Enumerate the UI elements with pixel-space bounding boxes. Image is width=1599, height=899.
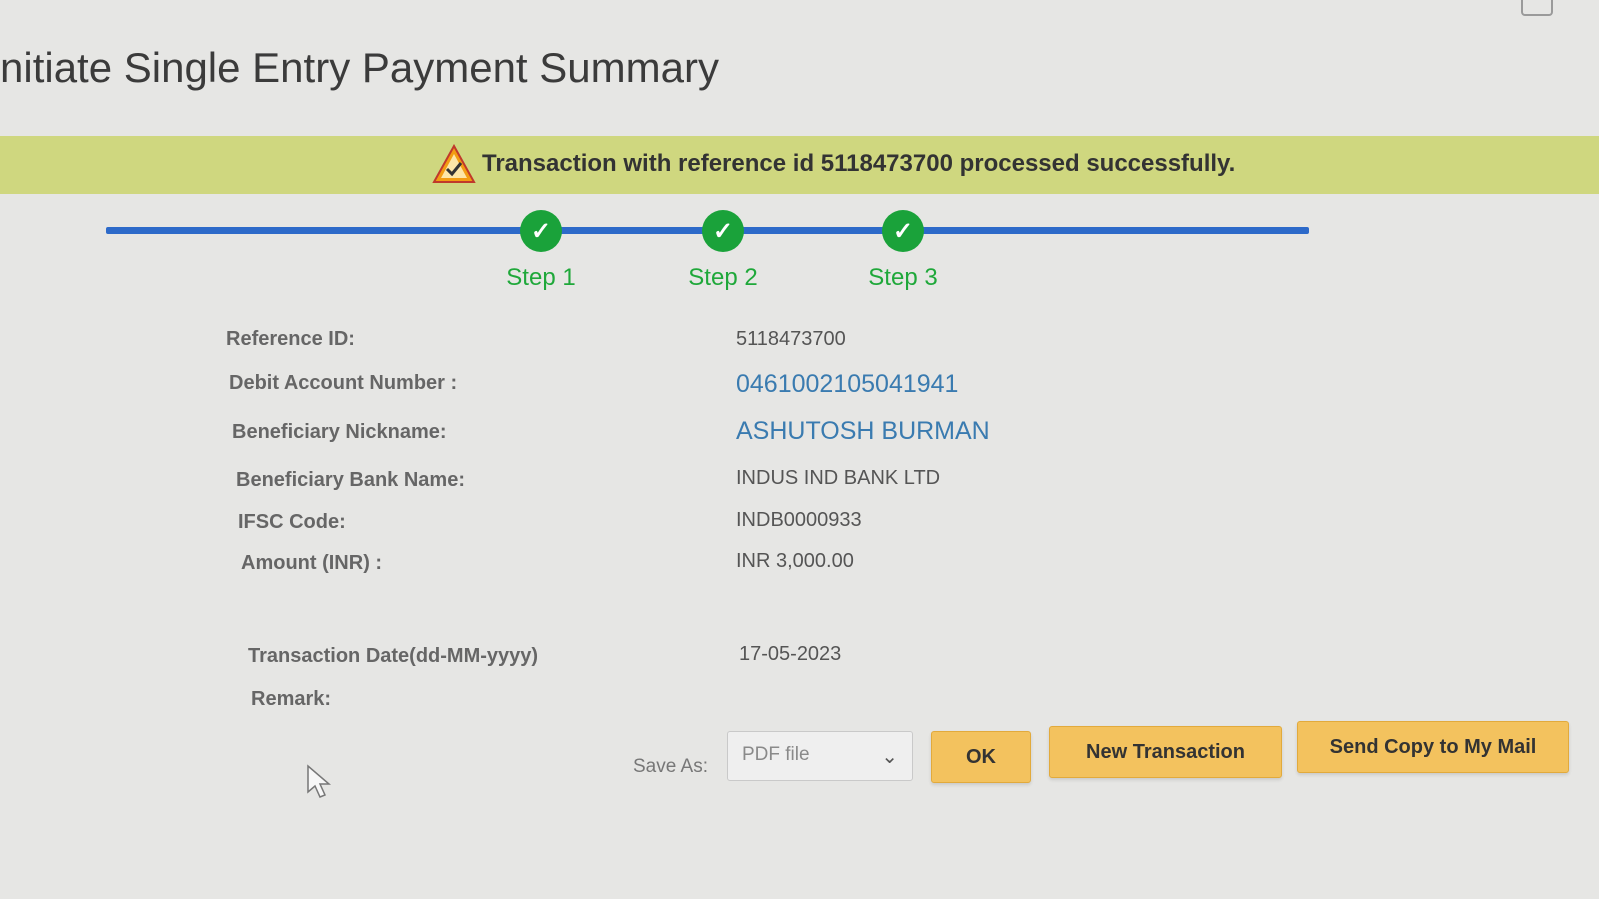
save-as-select[interactable]: PDF file ⌄	[727, 731, 913, 781]
new-transaction-button[interactable]: New Transaction	[1049, 726, 1282, 778]
detail-label: IFSC Code:	[238, 511, 346, 533]
detail-label: Remark:	[251, 688, 332, 710]
detail-row-ifsc: IFSC Code: INDB0000933	[0, 509, 1599, 545]
bank-name-value: INDUS IND BANK LTD	[736, 467, 941, 489]
ok-button[interactable]: OK	[931, 731, 1031, 783]
detail-row-remark: Remark:	[0, 688, 1599, 724]
detail-row-beneficiary-nickname: Beneficiary Nickname: ASHUTOSH BURMAN	[0, 417, 1599, 453]
detail-label: Transaction Date(dd-MM-yyyy)	[248, 645, 539, 667]
detail-label: Reference ID:	[226, 328, 355, 350]
detail-row-transaction-date: Transaction Date(dd-MM-yyyy) 17-05-2023	[0, 643, 1599, 679]
step-2: ✓ Step 2	[673, 210, 773, 292]
save-as-label: Save As:	[633, 756, 708, 777]
reference-id-value: 5118473700	[736, 328, 846, 350]
mouse-cursor-icon	[307, 764, 332, 798]
transaction-date-value: 17-05-2023	[739, 643, 842, 665]
amount-value: INR 3,000.00	[736, 550, 854, 572]
success-banner: Transaction with reference id 5118473700…	[0, 136, 1599, 194]
send-copy-to-mail-button[interactable]: Send Copy to My Mail	[1297, 721, 1569, 773]
window-control-icon[interactable]	[1521, 0, 1553, 16]
chevron-down-icon: ⌄	[881, 746, 898, 768]
step-label: Step 2	[688, 264, 758, 291]
warning-check-icon	[432, 144, 476, 183]
step-1: ✓ Step 1	[491, 210, 591, 292]
detail-row-amount: Amount (INR) : INR 3,000.00	[0, 550, 1599, 586]
detail-label: Amount (INR) :	[241, 552, 383, 574]
step-label: Step 1	[506, 264, 576, 291]
detail-label: Beneficiary Bank Name:	[236, 469, 465, 491]
detail-label: Beneficiary Nickname:	[232, 421, 447, 443]
payment-summary-page: nitiate Single Entry Payment Summary Tra…	[0, 0, 1599, 899]
detail-label: Debit Account Number :	[229, 372, 458, 394]
step-label: Step 3	[868, 264, 938, 291]
detail-row-debit-account: Debit Account Number : 0461002105041941	[0, 370, 1599, 406]
check-icon: ✓	[520, 210, 562, 252]
check-icon: ✓	[882, 210, 924, 252]
save-as-selected-value: PDF file	[742, 744, 810, 765]
banner-message: Transaction with reference id 5118473700…	[482, 150, 1236, 177]
debit-account-value[interactable]: 0461002105041941	[736, 370, 958, 399]
detail-row-reference-id: Reference ID: 5118473700	[0, 328, 1599, 364]
detail-row-bank-name: Beneficiary Bank Name: INDUS IND BANK LT…	[0, 467, 1599, 503]
check-icon: ✓	[702, 210, 744, 252]
ifsc-value: INDB0000933	[736, 509, 862, 531]
page-title: nitiate Single Entry Payment Summary	[0, 44, 719, 91]
step-3: ✓ Step 3	[853, 210, 953, 292]
beneficiary-nickname-value[interactable]: ASHUTOSH BURMAN	[736, 417, 990, 446]
